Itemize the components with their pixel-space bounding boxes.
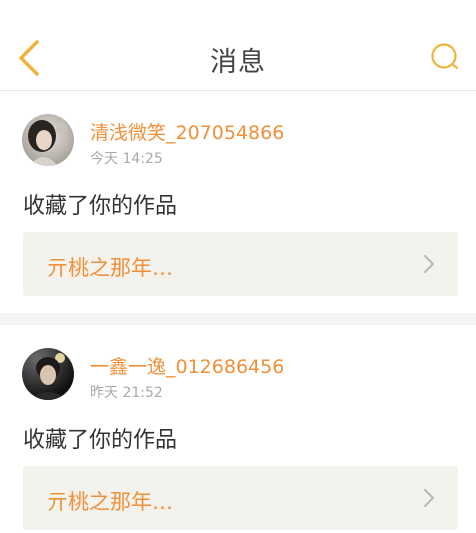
username[interactable]: 清浅微笑_207054866 [90, 118, 284, 145]
username[interactable]: 一鑫一逸_012686456 [90, 352, 284, 379]
message-item: 一鑫一逸_012686456 昨天 21:52 收藏了你的作品 亓桃之那年… [0, 325, 476, 533]
timestamp: 昨天 21:52 [90, 385, 163, 401]
search-button[interactable] [428, 40, 462, 74]
search-icon [431, 43, 459, 70]
messages-page: 消息 清浅微笑_207054866 今天 14:25 收藏了你的作品 亓桃之那年… [0, 0, 476, 533]
work-title: 亓桃之那年… [47, 256, 173, 280]
top-bar: 消息 [0, 0, 476, 91]
divider [0, 313, 476, 325]
chevron-right-icon [424, 489, 434, 507]
work-link[interactable]: 亓桃之那年… [23, 232, 458, 296]
action-text: 收藏了你的作品 [23, 194, 178, 219]
avatar[interactable] [22, 348, 74, 400]
work-link[interactable]: 亓桃之那年… [23, 466, 458, 530]
chevron-right-icon [424, 255, 434, 273]
work-title: 亓桃之那年… [47, 490, 173, 514]
message-item: 清浅微笑_207054866 今天 14:25 收藏了你的作品 亓桃之那年… [0, 91, 476, 313]
page-title: 消息 [210, 47, 266, 78]
avatar[interactable] [22, 114, 74, 166]
action-text: 收藏了你的作品 [23, 428, 178, 453]
timestamp: 今天 14:25 [90, 151, 163, 167]
